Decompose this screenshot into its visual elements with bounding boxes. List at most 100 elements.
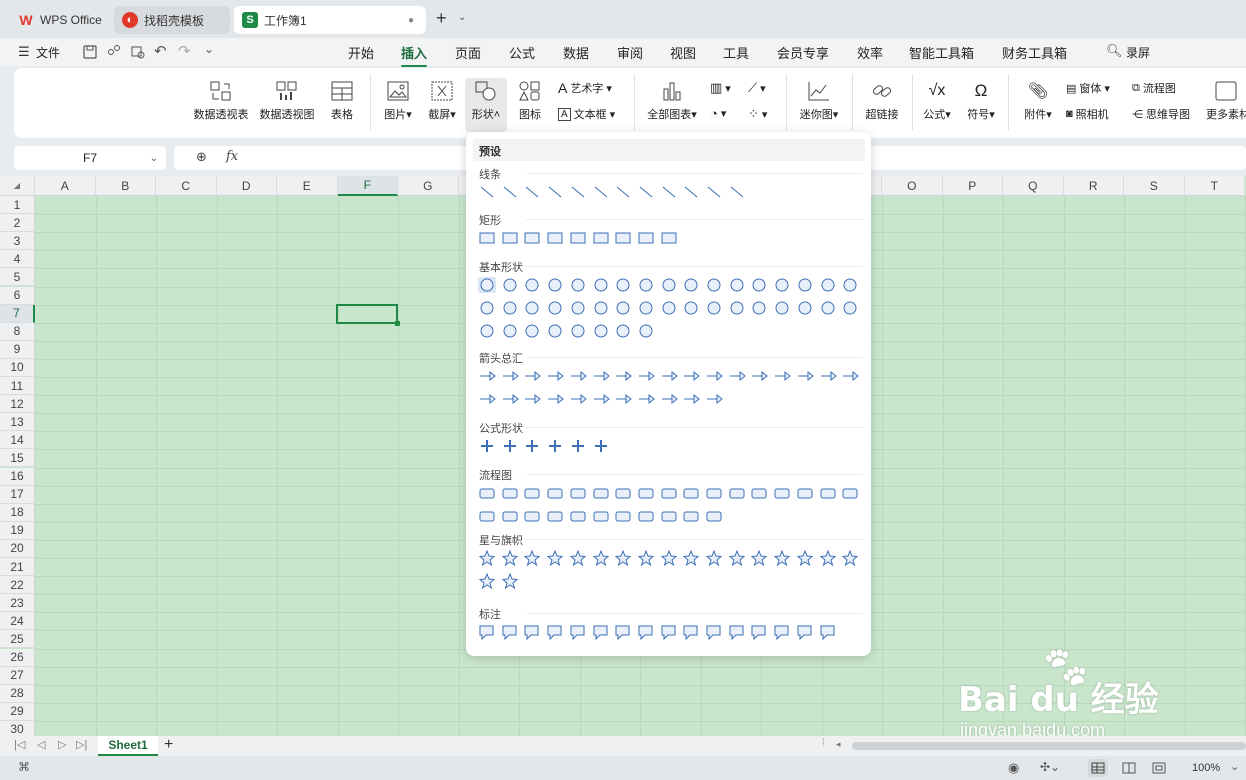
text-box-button[interactable]: A 文本框 ▾ bbox=[558, 106, 615, 122]
tab-data[interactable]: 数据 bbox=[563, 43, 589, 62]
shape-option[interactable] bbox=[569, 485, 587, 501]
undo-icon[interactable]: ↶ bbox=[154, 42, 167, 60]
shape-option[interactable] bbox=[841, 277, 859, 293]
tab-tools[interactable]: 工具 bbox=[723, 43, 749, 62]
shape-option[interactable] bbox=[523, 485, 541, 501]
shape-option[interactable] bbox=[773, 485, 791, 501]
shape-option[interactable] bbox=[728, 624, 746, 641]
tab-member[interactable]: 会员专享 bbox=[777, 43, 829, 62]
shape-option[interactable] bbox=[773, 624, 791, 641]
tab-review[interactable]: 审阅 bbox=[617, 43, 643, 62]
shape-option[interactable] bbox=[523, 549, 541, 567]
last-sheet-icon[interactable]: ▷| bbox=[76, 738, 87, 751]
pivot-table-button[interactable]: 数据透视表 bbox=[192, 80, 250, 122]
scroll-split-icon[interactable]: ⁞ bbox=[822, 738, 825, 749]
tab-view[interactable]: 视图 bbox=[670, 43, 696, 62]
shape-option[interactable] bbox=[523, 438, 541, 454]
shape-option[interactable] bbox=[660, 230, 678, 246]
fx-icon[interactable]: fx bbox=[226, 149, 238, 164]
first-sheet-icon[interactable]: |◁ bbox=[14, 738, 25, 751]
shape-option[interactable] bbox=[592, 485, 610, 501]
zoom-icon[interactable]: ⊕ bbox=[196, 149, 207, 165]
shape-option[interactable] bbox=[523, 300, 541, 316]
picture-button[interactable]: 图片▾ bbox=[378, 80, 418, 122]
shape-option[interactable] bbox=[682, 485, 700, 501]
row-header-27[interactable]: 27 bbox=[0, 666, 35, 685]
shape-option[interactable] bbox=[523, 184, 541, 200]
tab-insert[interactable]: 插入 bbox=[401, 43, 428, 67]
line-chart-dropdown[interactable]: ⟋ ▾ bbox=[748, 80, 766, 96]
shape-option[interactable] bbox=[841, 549, 859, 567]
shape-option[interactable] bbox=[773, 300, 791, 316]
row-header-2[interactable]: 2 bbox=[0, 214, 35, 233]
row-header-18[interactable]: 18 bbox=[0, 503, 35, 522]
shape-option[interactable] bbox=[501, 508, 519, 524]
window-button[interactable]: ▤ 窗体 ▾ bbox=[1066, 80, 1110, 96]
shape-option[interactable] bbox=[546, 184, 564, 200]
save-icon[interactable] bbox=[82, 44, 98, 60]
shape-option[interactable] bbox=[841, 368, 859, 384]
row-header-28[interactable]: 28 bbox=[0, 684, 35, 703]
tab-workbook1[interactable]: S 工作簿1 ● bbox=[234, 6, 426, 34]
scatter-chart-dropdown[interactable]: ⁘ ▾ bbox=[748, 106, 767, 122]
search-icon[interactable]: 🔍︎ bbox=[1106, 43, 1123, 59]
column-header-r[interactable]: R bbox=[1063, 176, 1124, 196]
shape-option[interactable] bbox=[660, 391, 678, 407]
row-header-19[interactable]: 19 bbox=[0, 521, 35, 540]
shape-option[interactable] bbox=[614, 485, 632, 501]
shape-option[interactable] bbox=[637, 323, 655, 339]
column-header-f[interactable]: F bbox=[337, 176, 398, 196]
horizontal-scrollbar[interactable] bbox=[852, 742, 1246, 750]
shape-option[interactable] bbox=[614, 184, 632, 200]
shape-option[interactable] bbox=[569, 230, 587, 246]
shape-option[interactable] bbox=[569, 300, 587, 316]
shape-option[interactable] bbox=[614, 508, 632, 524]
shape-option[interactable] bbox=[523, 508, 541, 524]
shape-option[interactable] bbox=[614, 323, 632, 339]
macro-record-icon[interactable]: ⌘ bbox=[18, 760, 30, 774]
tab-smart-toolbox[interactable]: 智能工具箱 bbox=[909, 43, 974, 62]
row-header-13[interactable]: 13 bbox=[0, 413, 35, 432]
shape-option[interactable] bbox=[501, 624, 519, 641]
shape-option[interactable] bbox=[501, 549, 519, 567]
shape-option[interactable] bbox=[592, 391, 610, 407]
shape-option[interactable] bbox=[660, 549, 678, 567]
row-header-1[interactable]: 1 bbox=[0, 196, 35, 214]
row-header-24[interactable]: 24 bbox=[0, 612, 35, 631]
screenshot-button[interactable]: 截屏▾ bbox=[422, 80, 462, 122]
column-header-e[interactable]: E bbox=[277, 176, 338, 196]
quick-access-chevron-icon[interactable]: ⌄ bbox=[204, 42, 214, 56]
zoom-dropdown-icon[interactable]: ⌄ bbox=[1230, 760, 1239, 773]
shape-option[interactable] bbox=[546, 230, 564, 246]
shape-option[interactable] bbox=[523, 391, 542, 407]
tab-wps-office[interactable]: W WPS Office bbox=[10, 6, 110, 34]
table-button[interactable]: 表格 bbox=[324, 80, 360, 122]
unsaved-dot-icon[interactable]: ● bbox=[408, 15, 414, 26]
shape-option[interactable] bbox=[501, 300, 519, 316]
shape-option[interactable] bbox=[523, 323, 541, 339]
column-header-a[interactable]: A bbox=[35, 176, 96, 196]
shape-option[interactable] bbox=[592, 368, 610, 384]
shape-option[interactable] bbox=[523, 277, 541, 293]
row-header-30[interactable]: 30 bbox=[0, 720, 35, 736]
shape-option[interactable] bbox=[501, 485, 519, 501]
row-header-6[interactable]: 6 bbox=[0, 286, 35, 305]
shape-option[interactable] bbox=[728, 549, 746, 567]
shape-option[interactable] bbox=[637, 277, 655, 293]
shape-option[interactable] bbox=[569, 368, 587, 384]
shape-option[interactable] bbox=[728, 485, 746, 501]
shape-option[interactable] bbox=[592, 300, 610, 316]
shape-option[interactable] bbox=[546, 624, 564, 641]
shape-option[interactable] bbox=[569, 323, 587, 339]
shape-option[interactable] bbox=[841, 485, 859, 501]
shape-option[interactable] bbox=[637, 300, 655, 316]
shape-option[interactable] bbox=[819, 624, 837, 641]
shape-option[interactable] bbox=[478, 624, 496, 641]
shape-option[interactable] bbox=[523, 368, 542, 384]
shape-option[interactable] bbox=[637, 368, 655, 384]
shape-option[interactable] bbox=[682, 624, 700, 641]
shape-option[interactable] bbox=[819, 300, 837, 316]
shape-option[interactable] bbox=[682, 184, 700, 200]
attachment-button[interactable]: 📎︎ 附件▾ bbox=[1018, 80, 1058, 122]
shape-option[interactable] bbox=[660, 485, 678, 501]
